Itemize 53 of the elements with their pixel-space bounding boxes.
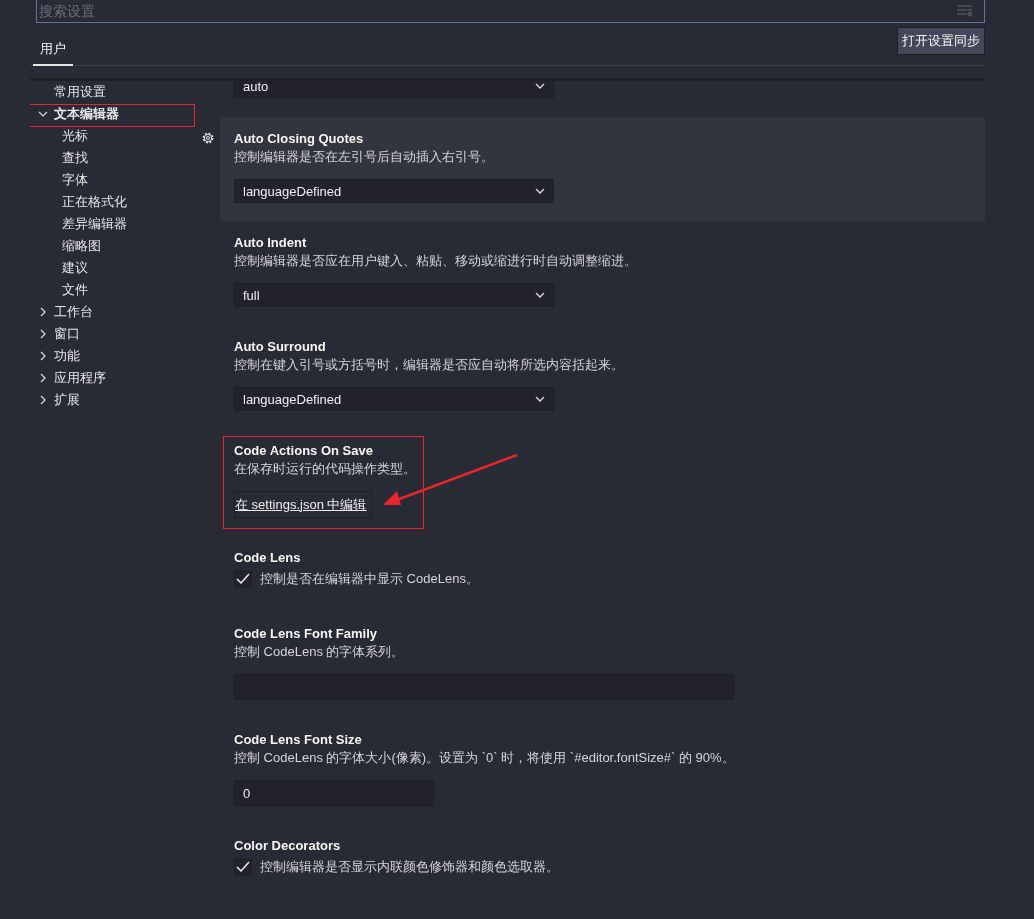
dropdown[interactable]: auto bbox=[234, 81, 554, 98]
setting-title: Auto Closing Quotes bbox=[234, 130, 365, 148]
sidebar-item[interactable]: 查找 bbox=[62, 149, 88, 167]
sync-settings-button[interactable]: 打开设置同步 bbox=[897, 27, 985, 55]
sidebar-item[interactable]: 文本编辑器 bbox=[54, 105, 119, 123]
sidebar-item[interactable]: 窗口 bbox=[54, 325, 80, 343]
chevron-down-icon bbox=[535, 396, 545, 402]
setting-description: 控制 CodeLens 的字体系列。 bbox=[234, 643, 406, 661]
sidebar-item[interactable]: 功能 bbox=[54, 347, 80, 365]
chevron-right-icon[interactable] bbox=[38, 373, 48, 383]
setting-description: 控制编辑器是否在左引号后自动插入右引号。 bbox=[234, 148, 495, 166]
chevron-right-icon[interactable] bbox=[38, 395, 48, 405]
sidebar-item[interactable]: 文件 bbox=[62, 281, 88, 299]
chevron-right-icon[interactable] bbox=[38, 351, 48, 361]
input-field[interactable]: 0 bbox=[234, 780, 434, 806]
setting-description: 控制在键入引号或方括号时，编辑器是否应自动将所选内容括起来。 bbox=[234, 356, 625, 374]
sidebar-item[interactable]: 差异编辑器 bbox=[62, 215, 127, 233]
setting-description: 控制 CodeLens 的字体大小(像素)。设置为 `0` 时，将使用 `#editor.fontSize#` 的 90%。 bbox=[234, 749, 736, 767]
setting-title: Auto Surround bbox=[234, 338, 327, 356]
checkbox[interactable] bbox=[234, 858, 252, 876]
checkbox[interactable] bbox=[234, 570, 252, 588]
setting-title: Code Lens Font Size bbox=[234, 731, 363, 749]
setting-description: 控制编辑器是否应在用户键入、粘贴、移动或缩进行时自动调整缩进。 bbox=[234, 252, 638, 270]
setting-description: 在保存时运行的代码操作类型。 bbox=[234, 460, 417, 478]
setting-title: Code Lens bbox=[234, 549, 302, 567]
dropdown[interactable]: languageDefined bbox=[234, 179, 554, 203]
sidebar-item[interactable]: 缩略图 bbox=[62, 237, 101, 255]
sidebar-item[interactable]: 应用程序 bbox=[54, 369, 106, 387]
sidebar-item[interactable]: 建议 bbox=[62, 259, 88, 277]
setting-title: Code Lens Font Family bbox=[234, 625, 378, 643]
setting-description: 控制编辑器是否显示内联颜色修饰器和颜色选取器。 bbox=[260, 858, 559, 876]
chevron-right-icon[interactable] bbox=[38, 307, 48, 317]
chevron-down-icon bbox=[535, 292, 545, 298]
sidebar-item[interactable]: 常用设置 bbox=[54, 83, 106, 101]
sidebar-item[interactable]: 正在格式化 bbox=[62, 193, 127, 211]
chevron-down-icon bbox=[535, 83, 545, 89]
setting-title: Color Decorators bbox=[234, 837, 342, 855]
dropdown[interactable]: full bbox=[234, 283, 554, 307]
sidebar-item[interactable]: 扩展 bbox=[54, 391, 80, 409]
sidebar-item[interactable]: 字体 bbox=[62, 171, 88, 189]
chevron-down-icon[interactable] bbox=[38, 109, 48, 119]
edit-in-settings-link[interactable]: 在 settings.json 中编辑 bbox=[234, 491, 372, 518]
dropdown[interactable]: languageDefined bbox=[234, 387, 554, 411]
gear-icon[interactable] bbox=[201, 131, 215, 145]
chevron-down-icon bbox=[535, 188, 545, 194]
setting-title: Code Actions On Save bbox=[234, 442, 374, 460]
sidebar-item[interactable]: 光标 bbox=[62, 127, 88, 145]
setting-title: Auto Indent bbox=[234, 234, 308, 252]
tab[interactable]: 用户 bbox=[33, 32, 73, 66]
setting-description: 控制是否在编辑器中显示 CodeLens。 bbox=[260, 570, 479, 588]
search-field[interactable]: 搜索设置 bbox=[36, 0, 985, 23]
sidebar-item[interactable]: 工作台 bbox=[54, 303, 93, 321]
chevron-right-icon[interactable] bbox=[38, 329, 48, 339]
